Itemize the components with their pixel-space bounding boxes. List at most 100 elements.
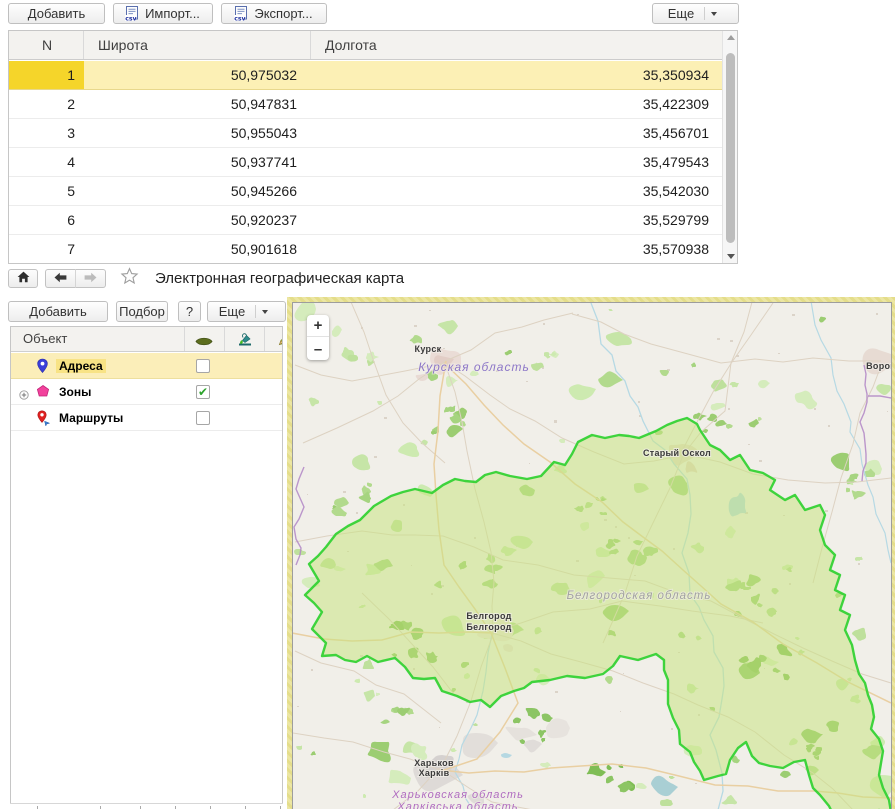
table-row[interactable]: 5 50,945266 35,542030 <box>9 177 722 206</box>
object-label[interactable]: Маршруты <box>56 411 126 425</box>
export-button[interactable]: csv Экспорт... <box>221 3 327 24</box>
import-button-label: Импорт... <box>143 6 202 21</box>
table-row[interactable]: 1 50,975032 35,350934 <box>9 61 722 90</box>
cell-n[interactable]: 2 <box>9 90 84 118</box>
home-button[interactable] <box>8 269 38 288</box>
page-title: Электронная географическая карта <box>155 270 404 287</box>
zoom-out-button[interactable]: – <box>307 338 329 360</box>
column-header-n[interactable]: N <box>9 31 84 59</box>
app-window: Добавить csv Импорт... csv Экспорт... Ещ… <box>0 0 895 809</box>
map-zoom-control: + – <box>307 315 329 360</box>
table-row[interactable]: 7 50,901618 35,570938 <box>9 235 722 263</box>
city-label-stary-oskol: Старый Оскол <box>643 448 711 458</box>
column-separator <box>184 327 185 351</box>
map-canvas[interactable]: Курск Старый Оскол Белгород Белгород Хар… <box>293 303 892 809</box>
export-button-label: Экспорт... <box>252 6 314 21</box>
region-label-kursk-oblast: Курская область <box>418 360 530 374</box>
visibility-checkbox[interactable]: ✔ <box>196 385 210 399</box>
cell-lon[interactable]: 35,529799 <box>311 206 722 234</box>
cell-lon[interactable]: 35,479543 <box>311 148 722 176</box>
add-row-button[interactable]: Добавить <box>8 3 105 24</box>
column-separator <box>264 327 265 351</box>
back-arrow-icon <box>54 270 67 288</box>
visibility-checkbox[interactable] <box>196 359 210 373</box>
objects-table-hscroll[interactable] <box>10 803 283 809</box>
table-row[interactable]: 4 50,937741 35,479543 <box>9 148 722 177</box>
tree-expander-icon[interactable] <box>19 387 29 405</box>
objects-table-header: Объект <box>11 327 282 352</box>
back-button[interactable] <box>45 269 76 288</box>
cell-lon[interactable]: 35,456701 <box>311 119 722 147</box>
coordinates-table: N Широта Долгота 1 50,975032 35,350934 2… <box>8 30 738 264</box>
panel-more-button-label: Еще <box>217 304 247 319</box>
visibility-checkbox[interactable] <box>196 411 210 425</box>
object-label[interactable]: Адреса <box>56 359 106 373</box>
cell-n[interactable]: 1 <box>9 61 84 89</box>
object-row-addresses[interactable]: Адреса <box>11 353 282 379</box>
cell-lat[interactable]: 50,937741 <box>84 148 311 176</box>
chevron-down-icon <box>262 310 268 314</box>
city-label-kharkov-ru: Харьков <box>414 758 454 768</box>
cell-n[interactable]: 6 <box>9 206 84 234</box>
city-label-kursk: Курск <box>415 344 442 354</box>
column-header-lon[interactable]: Долгота <box>311 31 722 59</box>
zoom-in-button[interactable]: + <box>307 315 329 337</box>
panel-add-button[interactable]: Добавить <box>8 301 108 322</box>
cell-lon[interactable]: 35,542030 <box>311 177 722 205</box>
panel-help-button[interactable]: ? <box>178 301 201 322</box>
cell-lat[interactable]: 50,975032 <box>84 61 311 89</box>
cell-n[interactable]: 5 <box>9 177 84 205</box>
more-button-top[interactable]: Еще <box>652 3 739 24</box>
map-focus-frame: Курск Старый Оскол Белгород Белгород Хар… <box>287 297 895 809</box>
column-header-object[interactable]: Объект <box>23 331 67 346</box>
city-label-belgorod: Белгород <box>466 611 511 621</box>
object-label[interactable]: Зоны <box>56 385 94 399</box>
zones-icon <box>36 384 50 403</box>
region-label-belgorod-oblast: Белгородская область <box>567 590 712 602</box>
cell-lat[interactable]: 50,901618 <box>84 235 311 263</box>
visibility-eye-icon[interactable] <box>195 335 213 350</box>
cell-n[interactable]: 7 <box>9 235 84 263</box>
cell-lon[interactable]: 35,570938 <box>311 235 722 263</box>
cell-n[interactable]: 4 <box>9 148 84 176</box>
fill-bucket-icon[interactable] <box>237 332 253 350</box>
column-header-lat[interactable]: Широта <box>84 31 311 59</box>
panel-pick-button[interactable]: Подбор <box>116 301 168 322</box>
map-objects-table: Объект Адреса Зоны ✔ Маршруты <box>10 326 283 804</box>
edit-pencil-icon[interactable] <box>278 333 283 349</box>
table-header: N Широта Долгота <box>9 31 722 60</box>
panel-more-button[interactable]: Еще <box>207 301 286 322</box>
routes-icon <box>36 410 51 431</box>
object-row-zones[interactable]: Зоны ✔ <box>11 379 282 405</box>
cell-lon[interactable]: 35,422309 <box>311 90 722 118</box>
svg-text:csv: csv <box>125 16 136 22</box>
column-separator <box>224 327 225 351</box>
map-viewport: Курск Старый Оскол Белгород Белгород Хар… <box>292 302 892 809</box>
table-row[interactable]: 3 50,955043 35,456701 <box>9 119 722 148</box>
import-button[interactable]: csv Импорт... <box>113 3 213 24</box>
scroll-down-icon[interactable] <box>727 254 735 259</box>
table-row[interactable]: 2 50,947831 35,422309 <box>9 90 722 119</box>
star-icon <box>120 267 139 290</box>
cell-lat[interactable]: 50,955043 <box>84 119 311 147</box>
city-label-voronezh: Воронеж <box>866 361 892 371</box>
forward-button[interactable] <box>76 269 106 288</box>
panel-pick-button-label: Подбор <box>117 304 167 319</box>
cell-lat[interactable]: 50,945266 <box>84 177 311 205</box>
table-row[interactable]: 6 50,920237 35,529799 <box>9 206 722 235</box>
scroll-up-icon[interactable] <box>727 35 735 40</box>
dropdown-separator <box>704 7 705 20</box>
region-label-kharkov-oblast-ua: Харківська область <box>396 801 518 809</box>
object-row-routes[interactable]: Маршруты <box>11 405 282 431</box>
cell-lat[interactable]: 50,920237 <box>84 206 311 234</box>
vertical-scrollbar[interactable] <box>722 31 737 263</box>
home-icon <box>17 270 30 288</box>
scrollbar-thumb[interactable] <box>726 53 735 243</box>
cell-lon[interactable]: 35,350934 <box>311 61 722 89</box>
cell-lat[interactable]: 50,947831 <box>84 90 311 118</box>
objects-table-body: Адреса Зоны ✔ Маршруты <box>11 353 282 431</box>
cell-n[interactable]: 3 <box>9 119 84 147</box>
add-row-button-label: Добавить <box>26 6 87 21</box>
navigation-bar: Электронная географическая карта <box>0 264 895 296</box>
favorite-star-button[interactable] <box>119 269 139 288</box>
